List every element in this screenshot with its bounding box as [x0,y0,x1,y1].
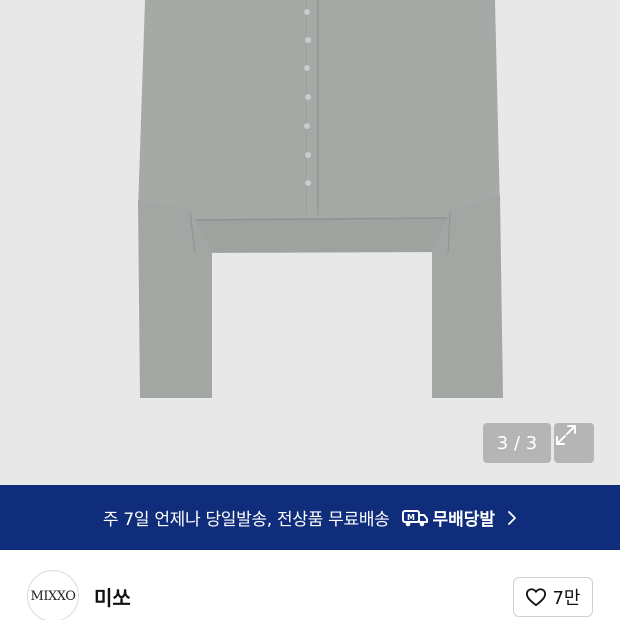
expand-icon [556,425,576,445]
shipping-banner-text: 주 7일 언제나 당일발송, 전상품 무료배송 [102,510,390,530]
image-page-counter: 3 / 3 [483,423,551,463]
brand-name[interactable]: 미쏘 [94,582,131,611]
image-page-counter-text: 3 / 3 [496,432,538,454]
heart-icon [525,587,547,607]
product-image-gallery[interactable]: 3 / 3 [0,0,620,485]
free-delivery-badge: M 무배당발 [401,505,496,530]
svg-text:M: M [407,513,415,522]
expand-image-button[interactable] [554,423,594,463]
free-delivery-badge-label: 무배당발 [432,510,496,530]
shipping-banner[interactable]: 주 7일 언제나 당일발송, 전상품 무료배송 M 무배당발 [0,485,620,550]
like-count: 7만 [552,588,581,609]
product-photo [138,0,503,398]
like-button[interactable]: 7만 [513,577,593,617]
chevron-right-icon [507,510,517,526]
brand-logo-text: MIXXO [30,588,76,604]
delivery-truck-icon: M [401,508,428,528]
brand-logo[interactable]: MIXXO [27,570,79,620]
